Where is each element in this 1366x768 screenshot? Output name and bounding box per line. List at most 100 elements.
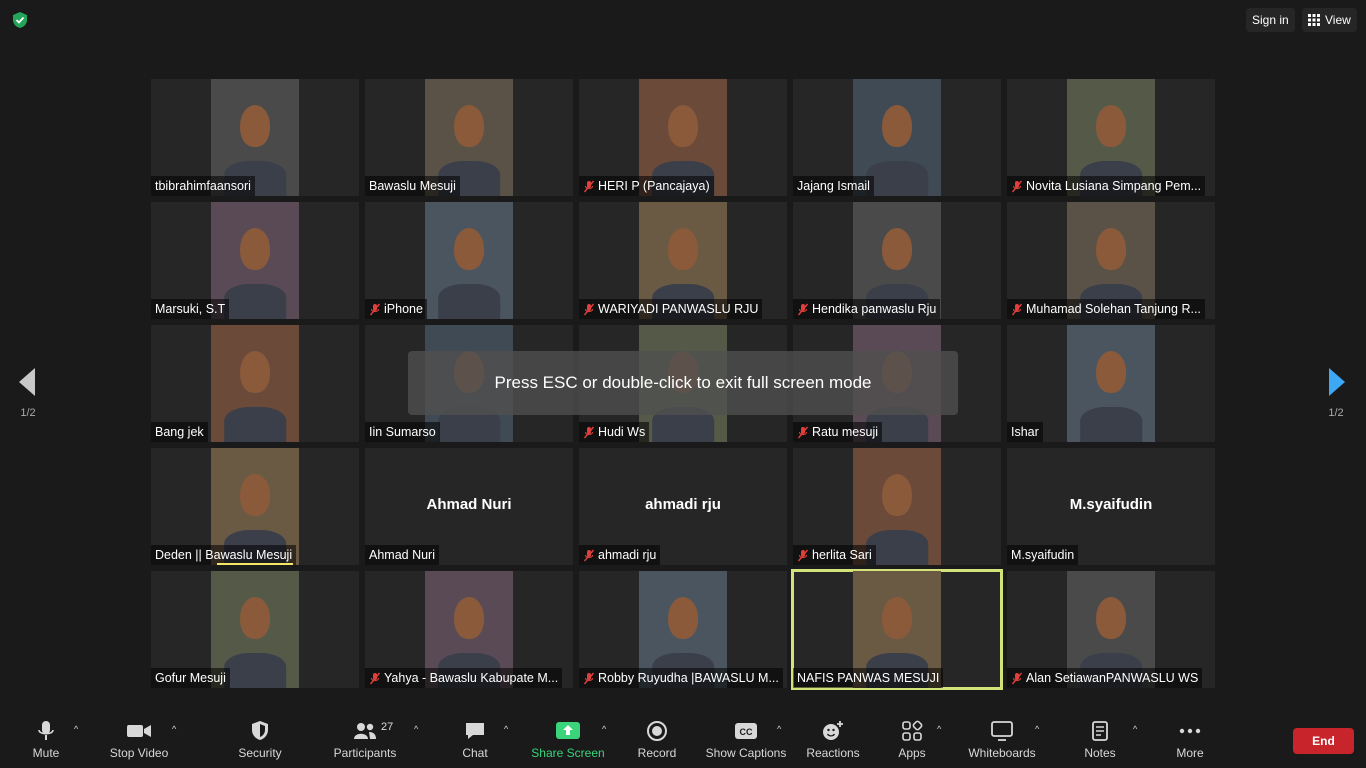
participant-tile[interactable]: Deden || Bawaslu Mesuji [151,448,359,565]
apps-label: Apps [898,746,926,760]
participant-tile[interactable]: iPhone [365,202,573,319]
chevron-up-icon: ^ [414,724,419,734]
participant-name: HERI P (Pancajaya) [598,179,710,193]
participant-tile[interactable]: Yahya - Bawaslu Kabupate M... [365,571,573,688]
sign-in-button[interactable]: Sign in [1246,8,1295,32]
participant-name-label: Muhamad Solehan Tanjung R... [1007,299,1205,319]
participant-name: Iin Sumarso [369,425,436,439]
participant-video [1067,325,1155,442]
participant-head-shape [882,596,912,639]
chevron-up-icon: ^ [937,724,942,734]
participant-tile[interactable]: Ahmad Nuri Ahmad Nuri [365,448,573,565]
participant-tile[interactable]: tbibrahimfaansori [151,79,359,196]
participant-name: iPhone [384,302,423,316]
participant-name: Bawaslu Mesuji [369,179,456,193]
whiteboards-button[interactable]: Whiteboards [966,720,1038,768]
meeting-toolbar: Mute ^ Stop Video ^ Security 27 Particip… [0,712,1366,768]
chat-button[interactable]: Chat [456,720,494,768]
share-options-caret[interactable]: ^ [600,720,612,768]
reactions-button[interactable]: Reactions [804,720,862,768]
microphone-muted-icon [583,180,595,192]
share-screen-button[interactable]: Share Screen [530,720,606,768]
participant-name: Marsuki, S.T [155,302,226,316]
participant-tile[interactable]: herlita Sari [793,448,1001,565]
participant-tile[interactable]: ahmadi rju ahmadi rju [579,448,787,565]
video-options-caret[interactable]: ^ [170,720,182,768]
participant-name-label: Jajang Ismail [793,176,874,196]
apps-button[interactable]: Apps [894,720,930,768]
triangle-right-icon [1329,368,1345,396]
participant-name: tbibrahimfaansori [155,179,251,193]
chevron-up-icon: ^ [602,724,607,734]
captions-options-caret[interactable]: ^ [775,720,787,768]
participant-tile[interactable]: Marsuki, S.T [151,202,359,319]
chevron-up-icon: ^ [1035,724,1040,734]
participant-tile[interactable]: Novita Lusiana Simpang Pem... [1007,79,1215,196]
record-icon [647,721,667,741]
security-button[interactable]: Security [232,720,288,768]
notes-label: Notes [1084,746,1116,760]
apps-options-caret[interactable]: ^ [935,720,947,768]
participant-tile[interactable]: M.syaifudin M.syaifudin [1007,448,1215,565]
whiteboards-options-caret[interactable]: ^ [1033,720,1045,768]
participant-tile[interactable]: Bawaslu Mesuji [365,79,573,196]
next-page-button[interactable]: 1/2 [1316,368,1356,419]
participant-name-label: Robby Ruyudha |BAWASLU M... [579,668,783,688]
participant-tile[interactable]: NAFIS PANWAS MESUJI [791,569,1003,690]
participant-name-label: Bang jek [151,422,208,442]
participant-tile[interactable]: Hendika panwaslu Rju [793,202,1001,319]
participant-name-label: Ishar [1007,422,1043,442]
previous-page-button[interactable]: 1/2 [8,368,48,419]
microphone-muted-icon [797,303,809,315]
chevron-up-icon: ^ [777,724,782,734]
participant-tile[interactable]: Alan SetiawanPANWASLU WS [1007,571,1215,688]
notes-button[interactable]: Notes [1080,720,1120,768]
participant-name-label: iPhone [365,299,427,319]
participant-head-shape [1096,227,1126,270]
stop-video-button[interactable]: Stop Video [104,720,174,768]
participant-tile[interactable]: Muhamad Solehan Tanjung R... [1007,202,1215,319]
participant-display-name: Ahmad Nuri [426,496,512,513]
mute-button[interactable]: Mute [26,720,66,768]
participant-head-shape [240,473,270,516]
participants-button[interactable]: 27 Participants [330,720,400,768]
more-button[interactable]: More [1170,720,1210,768]
participant-head-shape [1096,596,1126,639]
participant-name: Ishar [1011,425,1039,439]
participants-icon [354,723,376,739]
participant-tile[interactable]: Robby Ruyudha |BAWASLU M... [579,571,787,688]
chat-options-caret[interactable]: ^ [502,720,514,768]
participant-name: Bang jek [155,425,204,439]
microphone-muted-icon [369,672,381,684]
participant-tile[interactable]: Gofur Mesuji [151,571,359,688]
participant-name-label: NAFIS PANWAS MESUJI [793,668,944,688]
participant-head-shape [882,104,912,147]
video-camera-icon [127,725,151,737]
participant-name-label: Yahya - Bawaslu Kabupate M... [365,668,563,688]
participant-name-label: Alan SetiawanPANWASLU WS [1007,668,1203,688]
participant-name: herlita Sari [812,548,872,562]
view-button[interactable]: View [1302,8,1357,32]
participant-tile[interactable]: Ishar [1007,325,1215,442]
participant-tile[interactable]: Bang jek [151,325,359,442]
notes-options-caret[interactable]: ^ [1131,720,1143,768]
chevron-up-icon: ^ [504,724,509,734]
participant-name-label: tbibrahimfaansori [151,176,255,196]
participant-name: Robby Ruyudha |BAWASLU M... [598,671,779,685]
shield-check-icon[interactable] [10,10,30,30]
participants-options-caret[interactable]: ^ [412,720,424,768]
whiteboard-icon [991,721,1013,741]
participant-video [425,202,513,319]
record-button[interactable]: Record [634,720,680,768]
participant-tile[interactable]: WARIYADI PANWASLU RJU [579,202,787,319]
end-meeting-button[interactable]: End [1293,728,1354,754]
participant-name: Ahmad Nuri [369,548,435,562]
security-label: Security [238,746,282,760]
page-indicator-right: 1/2 [1328,407,1344,419]
participant-tile[interactable]: Jajang Ismail [793,79,1001,196]
ellipsis-icon [1179,728,1201,734]
more-label: More [1176,746,1204,760]
audio-options-caret[interactable]: ^ [72,720,84,768]
participant-tile[interactable]: HERI P (Pancajaya) [579,79,787,196]
microphone-muted-icon [369,303,381,315]
